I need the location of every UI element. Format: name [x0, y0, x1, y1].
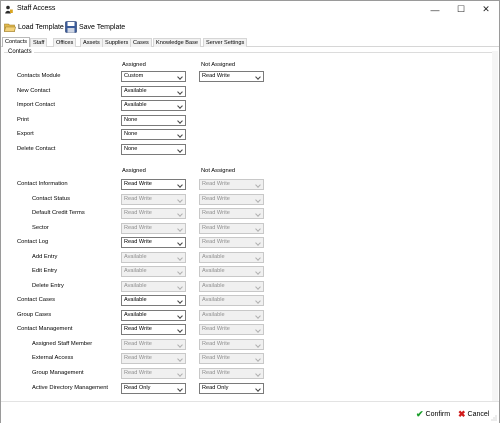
contact-information-not-assigned-select: Read Write	[199, 179, 264, 190]
delete-entry-label: Delete Entry	[32, 283, 64, 289]
new-contact-label: New Contact	[17, 88, 51, 94]
folder-open-icon	[4, 23, 16, 32]
import-contact-label: Import Contact	[17, 102, 56, 108]
tab-offices[interactable]: Offices	[53, 38, 77, 47]
confirm-button[interactable]: ✔ Confirm	[416, 408, 450, 420]
contact-cases-assigned-select[interactable]: Available	[121, 295, 186, 306]
edit-entry-label: Edit Entry	[32, 268, 58, 274]
delete-entry-not-assigned-select: Available	[199, 281, 264, 292]
sector-not-assigned-select: Read Write	[199, 223, 264, 234]
tab-assets[interactable]: Assets	[80, 38, 103, 47]
external-access-assigned-select: Read Write	[121, 353, 186, 364]
contact-status-assigned-select: Read Write	[121, 194, 186, 205]
sector-assigned-select: Read Write	[121, 223, 186, 234]
toolbar: Load Template Save Template	[1, 18, 499, 37]
contact-management-label: Contact Management	[17, 326, 73, 332]
cross-icon: ✖	[458, 408, 466, 419]
edit-entry-assigned-select: Available	[121, 266, 186, 277]
add-entry-not-assigned-select: Available	[199, 252, 264, 263]
tab-server-settings[interactable]: Server Settings	[203, 38, 248, 47]
contacts-module-assigned-select[interactable]: Custom	[121, 71, 186, 82]
print-select[interactable]: None	[121, 115, 186, 126]
contact-log-label: Contact Log	[17, 239, 49, 245]
section-title: Contacts	[8, 49, 34, 55]
external-access-label: External Access	[32, 355, 74, 361]
tab-suppliers[interactable]: Suppliers	[102, 38, 132, 47]
save-template-button[interactable]: Save Template	[65, 19, 125, 35]
save-template-label: Save Template	[79, 23, 126, 31]
contacts-module-not-assigned-select[interactable]: Read Write	[199, 71, 264, 82]
group-cases-label: Group Cases	[17, 312, 52, 318]
contact-cases-label: Contact Cases	[17, 297, 56, 303]
assigned-header-2: Assigned	[122, 168, 146, 174]
contact-cases-not-assigned-select: Available	[199, 295, 264, 306]
resize-grip-icon[interactable]	[491, 415, 497, 421]
group-management-assigned-select: Read Write	[121, 368, 186, 379]
group-management-not-assigned-select: Read Write	[199, 368, 264, 379]
assigned-staff-member-label: Assigned Staff Member	[32, 341, 93, 347]
sector-label: Sector	[32, 225, 49, 231]
delete-contact-select[interactable]: None	[121, 144, 186, 155]
floppy-disk-icon	[65, 21, 77, 33]
checkmark-icon: ✔	[416, 408, 424, 419]
active-directory-management-assigned-select[interactable]: Read Only	[121, 383, 186, 394]
window-title: Staff Access	[17, 5, 56, 12]
contact-log-assigned-select[interactable]: Read Write	[121, 237, 186, 248]
import-contact-select[interactable]: Available	[121, 100, 186, 111]
default-credit-terms-label: Default Credit Terms	[32, 210, 85, 216]
delete-contact-label: Delete Contact	[17, 146, 56, 152]
tab-staff[interactable]: Staff	[30, 38, 48, 47]
default-credit-terms-assigned-select: Read Write	[121, 208, 186, 219]
app-icon	[5, 5, 13, 14]
cancel-button[interactable]: ✖ Cancel	[458, 408, 489, 420]
new-contact-select[interactable]: Available	[121, 86, 186, 97]
active-directory-management-label: Active Directory Management	[32, 385, 109, 391]
confirm-label: Confirm	[425, 410, 451, 418]
load-template-button[interactable]: Load Template	[4, 19, 64, 35]
contact-management-assigned-select[interactable]: Read Write	[121, 324, 186, 335]
title-bar: Staff Access — ☐ ✕	[1, 1, 499, 18]
contact-management-not-assigned-select: Read Write	[199, 324, 264, 335]
contacts-module-label: Contacts Module	[17, 73, 61, 79]
edit-entry-not-assigned-select: Available	[199, 266, 264, 277]
group-cases-assigned-select[interactable]: Available	[121, 310, 186, 321]
not-assigned-header-2: Not Assigned	[201, 168, 236, 174]
default-credit-terms-not-assigned-select: Read Write	[199, 208, 264, 219]
contact-log-not-assigned-select: Read Write	[199, 237, 264, 248]
close-button[interactable]: ✕	[473, 1, 499, 18]
assigned-staff-member-not-assigned-select: Read Write	[199, 339, 264, 350]
cancel-label: Cancel	[467, 410, 490, 418]
footer-bar: ✔ Confirm ✖ Cancel	[1, 401, 499, 423]
group-management-label: Group Management	[32, 370, 84, 376]
active-directory-management-not-assigned-select[interactable]: Read Only	[199, 383, 264, 394]
assigned-staff-member-assigned-select: Read Write	[121, 339, 186, 350]
load-template-label: Load Template	[18, 23, 64, 31]
external-access-not-assigned-select: Read Write	[199, 353, 264, 364]
export-label: Export	[17, 131, 34, 137]
tab-knowledge-base[interactable]: Knowledge Base	[153, 38, 201, 47]
print-label: Print	[17, 117, 29, 123]
tab-cases[interactable]: Cases	[130, 38, 152, 47]
export-select[interactable]: None	[121, 129, 186, 140]
vertical-scrollbar[interactable]	[492, 51, 498, 401]
add-entry-assigned-select: Available	[121, 252, 186, 263]
contact-status-label: Contact Status	[32, 196, 71, 202]
group-cases-not-assigned-select: Available	[199, 310, 264, 321]
minimize-button[interactable]: —	[422, 1, 448, 18]
maximize-button[interactable]: ☐	[448, 1, 474, 18]
staff-access-window: Staff Access — ☐ ✕ Load Template Save Te…	[0, 0, 500, 423]
delete-entry-assigned-select: Available	[121, 281, 186, 292]
add-entry-label: Add Entry	[32, 254, 58, 260]
not-assigned-header: Not Assigned	[201, 62, 236, 68]
contact-information-assigned-select[interactable]: Read Write	[121, 179, 186, 190]
assigned-header: Assigned	[122, 62, 146, 68]
contact-information-label: Contact Information	[17, 181, 68, 187]
tab-strip: Contacts Staff Offices Assets Suppliers …	[1, 37, 499, 48]
contact-status-not-assigned-select: Read Write	[199, 194, 264, 205]
